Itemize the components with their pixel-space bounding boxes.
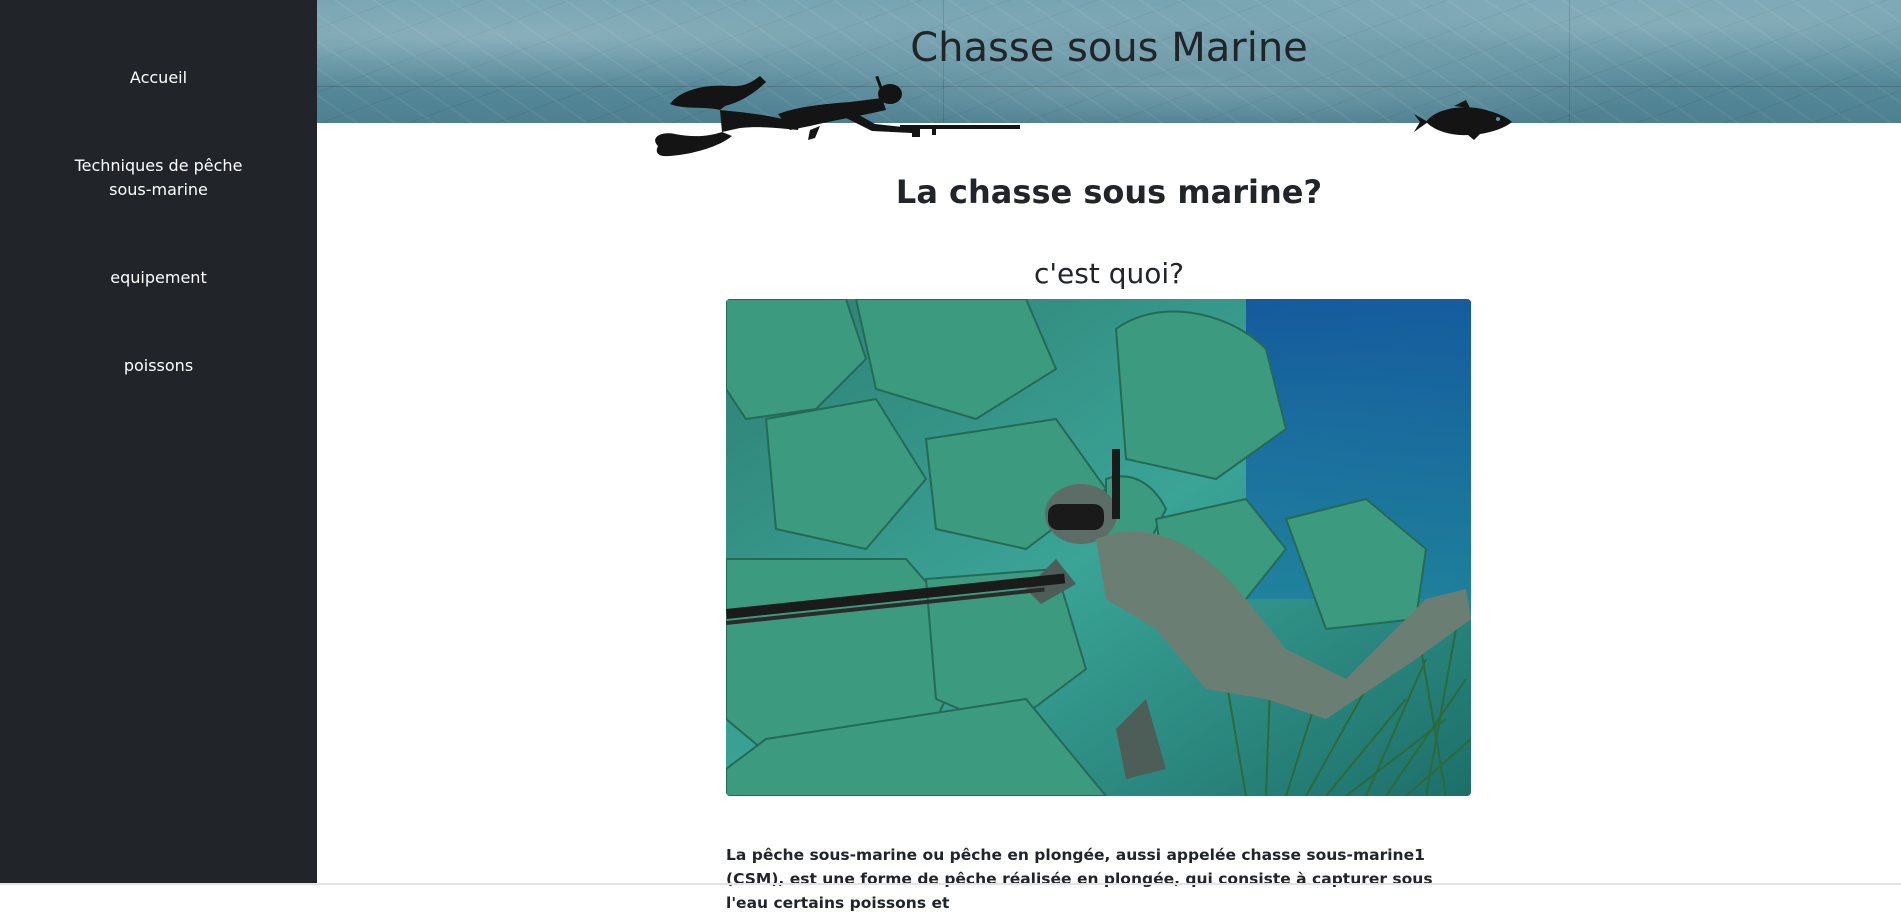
- sidebar-item-label: equipement: [110, 268, 207, 287]
- spearfishing-photo: [726, 299, 1471, 796]
- diver-silhouette-icon: [655, 76, 1020, 157]
- sidebar-item-equipement[interactable]: equipement: [0, 266, 317, 290]
- sidebar-item-label: poissons: [123, 356, 194, 375]
- site-title: Chasse sous Marine: [910, 25, 1308, 71]
- banner-line: [317, 86, 1901, 87]
- underwater-scene-icon: [726, 299, 1471, 796]
- sidebar-item-label: Techniques de pêche sous-marine: [74, 156, 243, 199]
- page-heading: La chasse sous marine?: [895, 173, 1323, 211]
- sidebar-item-accueil[interactable]: Accueil: [0, 66, 317, 90]
- fish-silhouette-icon: [1414, 100, 1512, 140]
- sidebar-item-poissons[interactable]: poissons: [0, 354, 317, 378]
- sidebar-item-label: Accueil: [129, 68, 188, 87]
- sidebar: Accueil Techniques de pêche sous-marine …: [0, 0, 317, 885]
- intro-paragraph: La pêche sous-marine ou pêche en plongée…: [726, 846, 1433, 912]
- sidebar-item-techniques[interactable]: Techniques de pêche sous-marine: [0, 154, 317, 202]
- page-subheading: c'est quoi?: [1033, 257, 1185, 290]
